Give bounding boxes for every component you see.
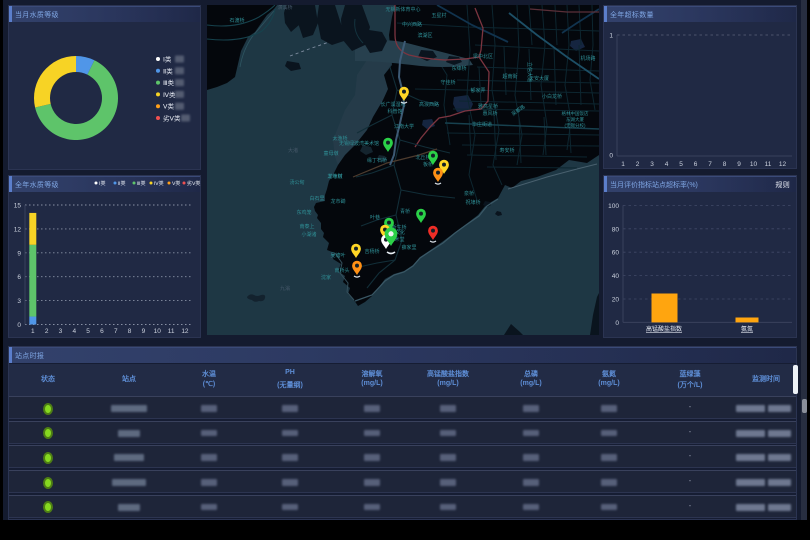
svg-text:3: 3 <box>17 298 21 305</box>
svg-text:青桥: 青桥 <box>400 208 410 215</box>
svg-text:无锡新体育中心: 无锡新体育中心 <box>385 6 420 13</box>
svg-text:0: 0 <box>615 320 619 327</box>
svg-text:江南大学: 江南大学 <box>394 123 414 130</box>
svg-text:东鸡笼: 东鸡笼 <box>296 209 311 216</box>
svg-text:东湖大厦: 东湖大厦 <box>566 116 584 123</box>
svg-text:龙市磡: 龙市磡 <box>330 198 345 205</box>
svg-text:五星村: 五星村 <box>431 12 446 19</box>
svg-text:祝埭桥: 祝埭桥 <box>465 199 480 206</box>
svg-text:9: 9 <box>737 161 741 168</box>
svg-text:60: 60 <box>612 250 620 257</box>
svg-text:南桥头: 南桥头 <box>334 267 349 274</box>
svg-text:滨湖区: 滨湖区 <box>417 32 432 39</box>
svg-text:5: 5 <box>86 328 90 335</box>
svg-text:高浪西路: 高浪西路 <box>419 101 439 108</box>
svg-text:1: 1 <box>621 161 625 168</box>
svg-text:潢溪桥: 潢溪桥 <box>277 5 292 11</box>
svg-text:12: 12 <box>779 161 787 168</box>
svg-text:小白龙桥: 小白龙桥 <box>542 93 562 100</box>
svg-text:1: 1 <box>31 328 35 335</box>
svg-text:超南街: 超南街 <box>502 73 517 80</box>
svg-text:9: 9 <box>142 328 146 335</box>
svg-text:40: 40 <box>612 273 620 280</box>
svg-text:缘丁石桥: 缘丁石桥 <box>367 157 387 164</box>
svg-text:童母墩: 童母墩 <box>323 150 338 157</box>
svg-text:9: 9 <box>17 250 21 257</box>
svg-text:7: 7 <box>114 328 118 335</box>
svg-text:惠风桥: 惠风桥 <box>482 110 497 117</box>
svg-text:4: 4 <box>665 161 669 168</box>
svg-text:泉桥: 泉桥 <box>464 190 474 197</box>
svg-text:吴塘叶: 吴塘叶 <box>330 252 345 259</box>
svg-text:10: 10 <box>750 161 758 168</box>
svg-text:Ⅰ类: Ⅰ类 <box>163 55 172 64</box>
svg-text:寿安桥: 寿安桥 <box>499 147 514 154</box>
svg-text:6: 6 <box>100 328 104 335</box>
svg-text:羊岐村: 羊岐村 <box>327 173 342 180</box>
svg-text:格林中国饭店: 格林中国饭店 <box>562 110 589 117</box>
svg-text:12: 12 <box>181 328 189 335</box>
svg-text:大渚: 大渚 <box>288 147 298 154</box>
svg-text:2: 2 <box>45 328 49 335</box>
svg-text:1: 1 <box>609 33 613 40</box>
svg-text:Ⅲ类: Ⅲ类 <box>163 78 174 87</box>
svg-text:机场路: 机场路 <box>580 55 595 62</box>
svg-text:8: 8 <box>723 161 727 168</box>
svg-text:4: 4 <box>72 328 76 335</box>
svg-text:20: 20 <box>612 297 620 304</box>
svg-text:叶巷: 叶巷 <box>370 214 380 221</box>
svg-text:吉杨桥: 吉杨桥 <box>364 248 379 255</box>
svg-text:郁家弄: 郁家弄 <box>470 87 485 94</box>
svg-text:中兴西路: 中兴西路 <box>402 21 422 28</box>
svg-text:100: 100 <box>608 203 619 210</box>
svg-text:沈家: 沈家 <box>321 274 331 281</box>
svg-text:东绛桥: 东绛桥 <box>451 65 466 72</box>
svg-text:10: 10 <box>154 328 162 335</box>
svg-text:8: 8 <box>128 328 132 335</box>
svg-text:(无锡分校): (无锡分校) <box>565 122 586 129</box>
svg-text:雅高星桥: 雅高星桥 <box>478 103 498 110</box>
svg-text:0: 0 <box>17 322 21 329</box>
svg-text:0: 0 <box>609 153 613 160</box>
svg-text:6: 6 <box>694 161 698 168</box>
svg-text:6: 6 <box>17 274 21 281</box>
svg-text:5: 5 <box>679 161 683 168</box>
svg-text:华庄街道: 华庄街道 <box>472 121 492 128</box>
svg-text:15: 15 <box>14 203 22 210</box>
svg-text:Ⅱ类: Ⅱ类 <box>163 66 173 75</box>
svg-text:80: 80 <box>612 226 620 233</box>
svg-text:白石里: 白石里 <box>309 195 324 202</box>
svg-text:太渔桥: 太渔桥 <box>332 135 347 142</box>
svg-text:Ⅴ类: Ⅴ类 <box>163 102 174 111</box>
svg-text:11: 11 <box>168 328 175 335</box>
svg-text:11: 11 <box>765 161 772 168</box>
svg-text:Ⅳ类: Ⅳ类 <box>163 90 176 99</box>
svg-text:高锰酸盐指数: 高锰酸盐指数 <box>646 325 682 333</box>
svg-text:薛家里: 薛家里 <box>401 244 416 251</box>
svg-text:守佳桥: 守佳桥 <box>440 79 455 86</box>
svg-text:劣Ⅴ类: 劣Ⅴ类 <box>163 114 181 123</box>
svg-text:汤公甸: 汤公甸 <box>289 179 304 186</box>
svg-text:3: 3 <box>59 328 63 335</box>
svg-text:石渡桥: 石渡桥 <box>229 17 244 24</box>
svg-text:3: 3 <box>650 161 654 168</box>
svg-text:氨氮: 氨氮 <box>741 325 753 333</box>
svg-text:立信大道: 立信大道 <box>526 62 533 82</box>
svg-text:九滃: 九滃 <box>280 285 290 292</box>
svg-text:小湖渚: 小湖渚 <box>301 231 316 238</box>
svg-text:科普馆: 科普馆 <box>387 108 402 115</box>
svg-text:2: 2 <box>636 161 640 168</box>
svg-text:7: 7 <box>708 161 712 168</box>
svg-text:南泰上: 南泰上 <box>299 223 314 230</box>
svg-text:12: 12 <box>14 226 22 233</box>
svg-text:梁中北区: 梁中北区 <box>473 53 493 60</box>
